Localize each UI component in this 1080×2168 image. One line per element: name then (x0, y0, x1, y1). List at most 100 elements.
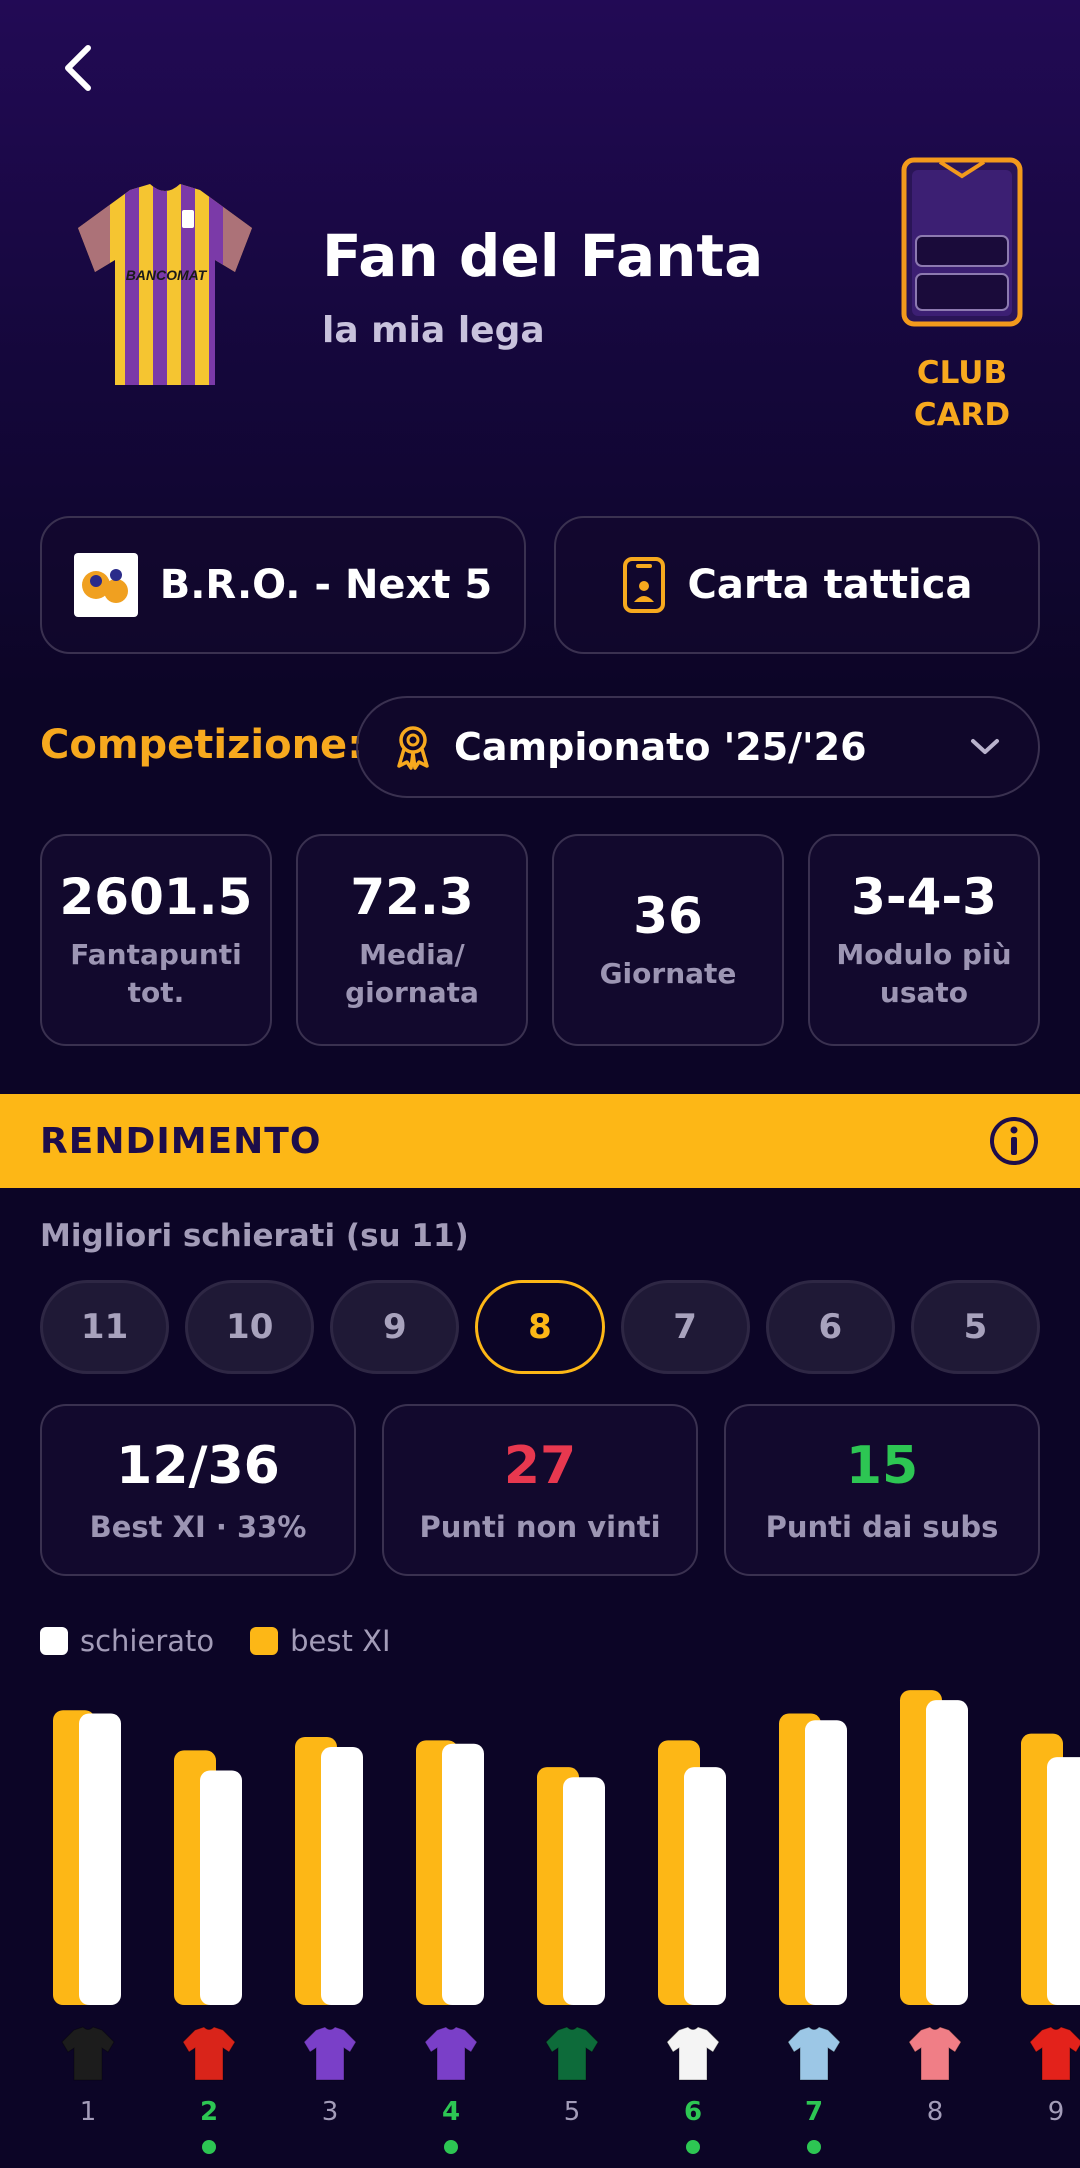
matchday-dot-2 (202, 2140, 216, 2154)
kpi-points-subs: 15 Punti dai subs (724, 1404, 1040, 1576)
legend-label: schierato (80, 1624, 215, 1658)
league-name: la mia lega (322, 310, 545, 351)
matchday-label-5: 5 (564, 2097, 581, 2127)
matchday-dot-7 (807, 2140, 821, 2154)
lineup-filter-chips: 11 10 9 8 7 6 5 (40, 1280, 1040, 1374)
kpi-value: 15 (845, 1436, 919, 1496)
bar-schierato-4 (442, 1743, 484, 2005)
club-card-label-line2: CARD (913, 397, 1011, 433)
chip-8-selected[interactable]: 8 (475, 1280, 605, 1374)
kpi-best-xi: 12/36 Best XI · 33% (40, 1404, 356, 1576)
bar-schierato-5 (563, 1777, 605, 2005)
chevron-down-icon (971, 739, 999, 754)
kpi-value: 27 (503, 1436, 577, 1496)
chip-6[interactable]: 6 (765, 1280, 895, 1374)
team-button[interactable]: B.R.O. - Next 5 (40, 516, 526, 654)
chip-11[interactable]: 11 (40, 1280, 170, 1374)
bar-schierato-2 (200, 1770, 242, 2005)
performance-bar-chart: 1 2 3 4 5 6 7 8 9 (53, 1690, 1080, 2154)
chip-9[interactable]: 9 (330, 1280, 460, 1374)
legend-item-best-xi: best XI (250, 1624, 391, 1658)
stat-value: 72.3 (350, 868, 474, 926)
matchday-label-6: 6 (684, 2097, 702, 2127)
stat-card-matchdays: 36 Giornate (552, 834, 784, 1046)
matchday-dot-6 (686, 2140, 700, 2154)
matchday-label-3: 3 (322, 2097, 339, 2127)
matchday-label-1: 1 (80, 2097, 97, 2127)
competition-value: Campionato '25/'26 (454, 725, 867, 769)
stat-label: Fantapunti tot. (70, 936, 242, 1012)
stat-label: Media/ giornata (345, 936, 479, 1012)
stat-label-line2: giornata (345, 976, 479, 1009)
competition-select[interactable]: Campionato '25/'26 (356, 696, 1040, 798)
award-icon (397, 726, 429, 770)
legend-label: best XI (290, 1624, 391, 1658)
bar-schierato-1 (79, 1713, 121, 2005)
team-jersey-icon-3 (303, 2026, 357, 2081)
team-logo-icon (73, 553, 138, 617)
rendimento-title: RENDIMENTO (40, 1120, 322, 1162)
bar-schierato-7 (805, 1720, 847, 2005)
team-jersey-icon-5 (545, 2026, 599, 2081)
info-icon[interactable] (988, 1115, 1040, 1167)
kpi-value: 12/36 (116, 1436, 280, 1496)
kpi-points-lost: 27 Punti non vinti (382, 1404, 698, 1576)
team-jersey: BANCOMAT (70, 180, 260, 390)
stat-card-total-points: 2601.5 Fantapunti tot. (40, 834, 272, 1046)
tactic-card-button[interactable]: Carta tattica (554, 516, 1040, 654)
team-jersey-icon-8 (908, 2026, 962, 2081)
competition-label: Competizione: (40, 722, 364, 768)
rendimento-banner: RENDIMENTO (0, 1094, 1080, 1188)
team-jersey-icon-4 (424, 2026, 478, 2081)
matchday-label-9: 9 (1048, 2097, 1065, 2127)
bar-schierato-3 (321, 1747, 363, 2005)
stat-label: Giornate (600, 955, 737, 993)
stat-card-average: 72.3 Media/ giornata (296, 834, 528, 1046)
team-name: Fan del Fanta (322, 222, 764, 290)
chip-7[interactable]: 7 (620, 1280, 750, 1374)
kpi-label: Best XI · 33% (89, 1510, 307, 1544)
chevron-left-icon (65, 45, 91, 91)
team-jersey-icon-7 (787, 2026, 841, 2081)
club-card-icon[interactable] (900, 156, 1024, 328)
stat-value: 3-4-3 (851, 868, 997, 926)
stat-label-line2: usato (879, 976, 969, 1009)
stat-value: 36 (633, 887, 703, 945)
bar-schierato-8 (926, 1700, 968, 2005)
kpi-label: Punti dai subs (765, 1510, 999, 1544)
sponsor-logo: BANCOMAT (126, 267, 208, 283)
bar-schierato-9 (1047, 1757, 1080, 2005)
stat-label-line1: Modulo più (836, 938, 1012, 971)
team-jersey-icon-6 (666, 2026, 720, 2081)
club-card-label-line1: CLUB (916, 355, 1008, 391)
legend-item-schierato: schierato (40, 1624, 214, 1658)
legend-swatch-white (40, 1627, 68, 1655)
stat-label-line2: tot. (127, 976, 185, 1009)
club-card-label[interactable]: CLUB CARD (890, 352, 1034, 436)
team-jersey-icon-1 (61, 2026, 115, 2081)
tactic-card-label: Carta tattica (687, 562, 973, 608)
matchday-label-8: 8 (927, 2097, 944, 2127)
chip-5[interactable]: 5 (910, 1280, 1040, 1374)
best-lineup-subhead: Migliori schierati (su 11) (40, 1218, 469, 1254)
stat-label-line1: Giornate (599, 957, 737, 990)
back-button[interactable] (50, 38, 110, 98)
stat-label: Modulo più usato (836, 936, 1011, 1012)
chart-legend: schierato best XI (40, 1624, 391, 1658)
chip-10[interactable]: 10 (185, 1280, 315, 1374)
stat-card-formation: 3-4-3 Modulo più usato (808, 834, 1040, 1046)
kpi-label: Punti non vinti (419, 1510, 661, 1544)
team-jersey-icon-9 (1029, 2026, 1080, 2081)
team-jersey-icon-2 (182, 2026, 236, 2081)
team-button-label: B.R.O. - Next 5 (159, 562, 493, 608)
bar-schierato-6 (684, 1767, 726, 2005)
matchday-dot-4 (444, 2140, 458, 2154)
phone-card-icon (622, 557, 665, 613)
stat-value: 2601.5 (59, 868, 253, 926)
matchday-label-2: 2 (200, 2097, 218, 2127)
legend-swatch-yellow (250, 1627, 279, 1655)
stat-label-line1: Media/ (359, 938, 465, 971)
matchday-label-7: 7 (805, 2097, 823, 2127)
stat-label-line1: Fantapunti (70, 938, 242, 971)
matchday-label-4: 4 (442, 2097, 460, 2127)
